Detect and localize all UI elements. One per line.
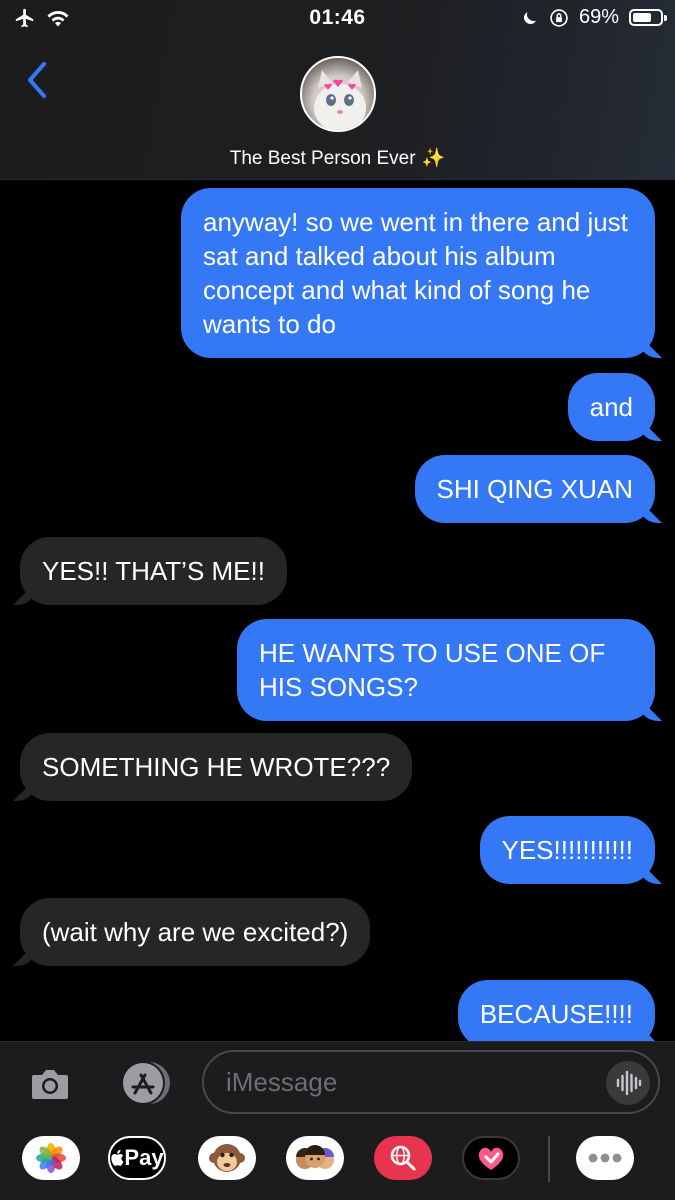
message-text: (wait why are we excited?) (42, 917, 349, 947)
cat-avatar-image (314, 70, 366, 130)
audio-message-button[interactable] (606, 1061, 650, 1105)
message-text: YES!! THAT’S ME!! (42, 556, 265, 586)
animoji-app-icon[interactable] (198, 1136, 256, 1180)
app-store-icon[interactable] (114, 1060, 172, 1106)
apple-pay-label: Pay (124, 1145, 164, 1170)
heart-touch-icon (478, 1147, 504, 1170)
memoji-faces-icon (296, 1145, 334, 1169)
message-text: SHI QING XUAN (436, 474, 633, 504)
message-bubble-sent[interactable]: anyway! so we went in there and just sat… (181, 188, 655, 358)
conversation-header: 01:46 69% The Best Person Ever ✨ (0, 0, 675, 180)
sparkles-emoji: ✨ (421, 148, 446, 169)
waveform-icon (616, 1070, 642, 1096)
message-text: HE WANTS TO USE ONE OF HIS SONGS? (259, 638, 606, 702)
app-drawer-separator (548, 1136, 550, 1182)
message-bubble-received[interactable]: SOMETHING HE WROTE??? (20, 733, 413, 801)
apple-logo-icon (111, 1149, 124, 1166)
apple-pay-app-icon[interactable]: Pay (108, 1136, 166, 1180)
composer-bar: Pay (0, 1041, 675, 1200)
message-bubble-received[interactable]: (wait why are we excited?) (20, 898, 371, 966)
status-right: 69% (521, 6, 667, 29)
message-text: YES!!!!!!!!!!! (501, 835, 634, 865)
photos-app-icon[interactable] (22, 1136, 80, 1180)
message-text: and (589, 392, 633, 422)
battery-percent: 69% (578, 6, 619, 28)
message-bubble-sent[interactable]: BECAUSE!!!! (457, 980, 655, 1041)
moon-icon (523, 11, 536, 24)
photos-flower-icon (36, 1143, 66, 1173)
battery-tip (664, 15, 667, 21)
contact-avatar[interactable] (300, 56, 376, 132)
battery-icon (629, 9, 667, 26)
message-thread[interactable]: anyway! so we went in there and just sat… (0, 181, 675, 1041)
message-text: anyway! so we went in there and just sat… (203, 207, 628, 339)
message-bubble-received[interactable]: YES!! THAT’S ME!! (20, 537, 287, 605)
imessage-input-field[interactable] (202, 1050, 660, 1114)
message-bubble-sent[interactable]: YES!!!!!!!!!!! (479, 816, 655, 884)
contact-name-text: The Best Person Ever (229, 148, 416, 169)
image-search-app-icon[interactable] (374, 1136, 432, 1180)
ellipsis-icon (588, 1153, 622, 1163)
status-bar: 01:46 69% (0, 0, 675, 36)
globe-search-icon (390, 1145, 416, 1171)
back-chevron-icon[interactable] (22, 60, 52, 100)
monkey-face-icon (209, 1144, 245, 1172)
contact-name[interactable]: The Best Person Ever ✨ (0, 146, 675, 170)
memoji-app-icon[interactable] (286, 1136, 344, 1180)
app-drawer: Pay (0, 1136, 675, 1188)
battery-fill (633, 13, 651, 22)
digital-touch-app-icon[interactable] (462, 1136, 520, 1180)
message-bubble-sent[interactable]: HE WANTS TO USE ONE OF HIS SONGS? (237, 619, 655, 721)
camera-icon[interactable] (28, 1062, 72, 1106)
orientation-lock-icon (550, 8, 568, 27)
message-text: BECAUSE!!!! (479, 999, 633, 1029)
message-bubble-sent[interactable]: and (567, 373, 655, 441)
message-text: SOMETHING HE WROTE??? (42, 752, 391, 782)
more-apps-icon[interactable] (576, 1136, 634, 1180)
message-input[interactable] (226, 1064, 586, 1100)
message-bubble-sent[interactable]: SHI QING XUAN (414, 455, 655, 523)
